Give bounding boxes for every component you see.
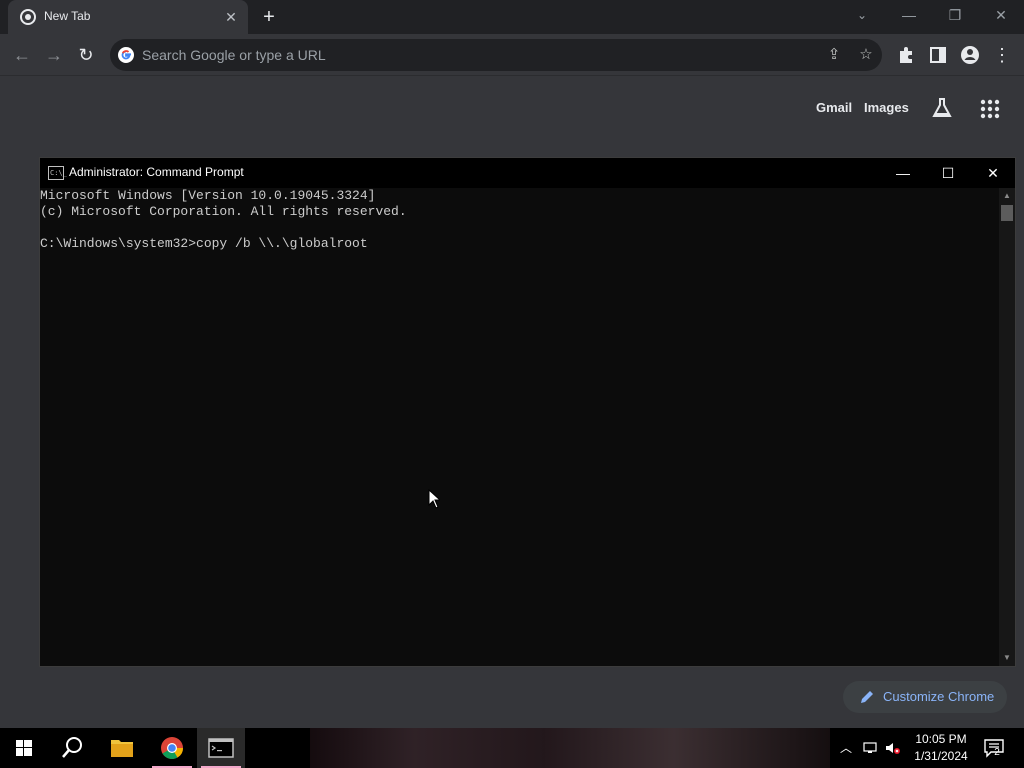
images-link[interactable]: Images [864,100,909,115]
command-prompt-window[interactable]: C:\_ Administrator: Command Prompt — ☐ ✕… [39,157,1016,667]
tab-search-icon[interactable]: ⌄ [852,5,872,25]
clock-date: 1/31/2024 [914,749,968,763]
mouse-cursor-icon [428,489,440,509]
tab-new-tab[interactable]: New Tab ✕ [8,0,248,34]
taskbar-clock[interactable]: 10:05 PM 1/31/2024 [905,731,977,765]
close-window-icon[interactable]: ✕ [978,0,1024,30]
reload-icon[interactable]: ↻ [73,42,99,68]
tab-close-icon[interactable]: ✕ [222,8,240,26]
chrome-taskbar-button[interactable] [148,728,196,768]
customize-chrome-label: Customize Chrome [883,689,995,704]
tab-strip: New Tab ✕ + ⌄ — ❐ ✕ [0,0,1024,34]
taskbar-wallpaper-region [310,728,830,768]
chrome-icon [161,737,183,759]
command-prompt-icon[interactable]: C:\_ [48,166,67,180]
browser-toolbar: ← → ↻ ⇪ ☆ ⋮ [0,34,1024,76]
extensions-icon[interactable] [893,42,919,68]
cmd-maximize-icon[interactable]: ☐ [925,158,971,188]
clock-time: 10:05 PM [915,732,967,746]
pencil-icon [861,691,873,703]
cmd-close-icon[interactable]: ✕ [970,158,1016,188]
cmd-titlebar[interactable]: C:\_ Administrator: Command Prompt — ☐ ✕ [40,158,1015,188]
show-hidden-icons-icon[interactable]: ︿ [838,740,854,756]
scroll-up-icon[interactable]: ▲ [999,189,1015,203]
tab-title: New Tab [44,9,91,23]
profile-icon[interactable] [957,42,983,68]
side-panel-icon[interactable] [925,42,951,68]
omnibox[interactable]: ⇪ ☆ [110,39,882,71]
notification-count-badge: 2 [994,747,1000,758]
customize-chrome-button[interactable]: Customize Chrome [843,681,1007,713]
chrome-menu-icon[interactable]: ⋮ [989,42,1015,68]
omnibox-input[interactable] [142,39,802,71]
console-line: (c) Microsoft Corporation. All rights re… [40,204,407,219]
cmd-console-output[interactable]: Microsoft Windows [Version 10.0.19045.33… [40,188,998,666]
google-icon [118,47,134,63]
network-icon[interactable] [862,740,878,756]
new-tab-button[interactable]: + [258,6,280,28]
command-prompt-icon [208,738,234,758]
cmd-window-title: Administrator: Command Prompt [69,165,244,179]
cmd-taskbar-button[interactable] [197,728,245,768]
bookmark-star-icon[interactable]: ☆ [856,45,876,65]
console-line: Microsoft Windows [Version 10.0.19045.33… [40,188,376,203]
cmd-scrollbar[interactable]: ▲ ▼ [999,188,1015,666]
restore-icon[interactable]: ❐ [932,0,978,30]
chrome-labs-icon[interactable] [930,96,954,120]
forward-icon[interactable]: → [41,42,67,68]
volume-muted-icon[interactable] [884,740,900,756]
start-icon [16,740,32,756]
search-icon [62,737,82,758]
google-apps-icon[interactable] [978,97,1002,121]
file-explorer-icon [111,740,133,757]
scroll-thumb[interactable] [1001,205,1013,221]
taskbar: ︿ 10:05 PM 1/31/2024 2 [0,728,1024,768]
back-icon[interactable]: ← [9,42,35,68]
gmail-link[interactable]: Gmail [816,100,852,115]
cmd-minimize-icon[interactable]: — [880,158,926,188]
scroll-down-icon[interactable]: ▼ [999,651,1015,665]
minimize-icon[interactable]: — [886,0,932,30]
chrome-favicon-icon [20,9,36,25]
start-button[interactable] [0,728,48,768]
file-explorer-button[interactable] [98,728,146,768]
taskbar-search-button[interactable] [48,728,96,768]
console-prompt-line[interactable]: C:\Windows\system32>copy /b \\.\globalro… [40,236,998,252]
share-icon[interactable]: ⇪ [824,45,844,65]
